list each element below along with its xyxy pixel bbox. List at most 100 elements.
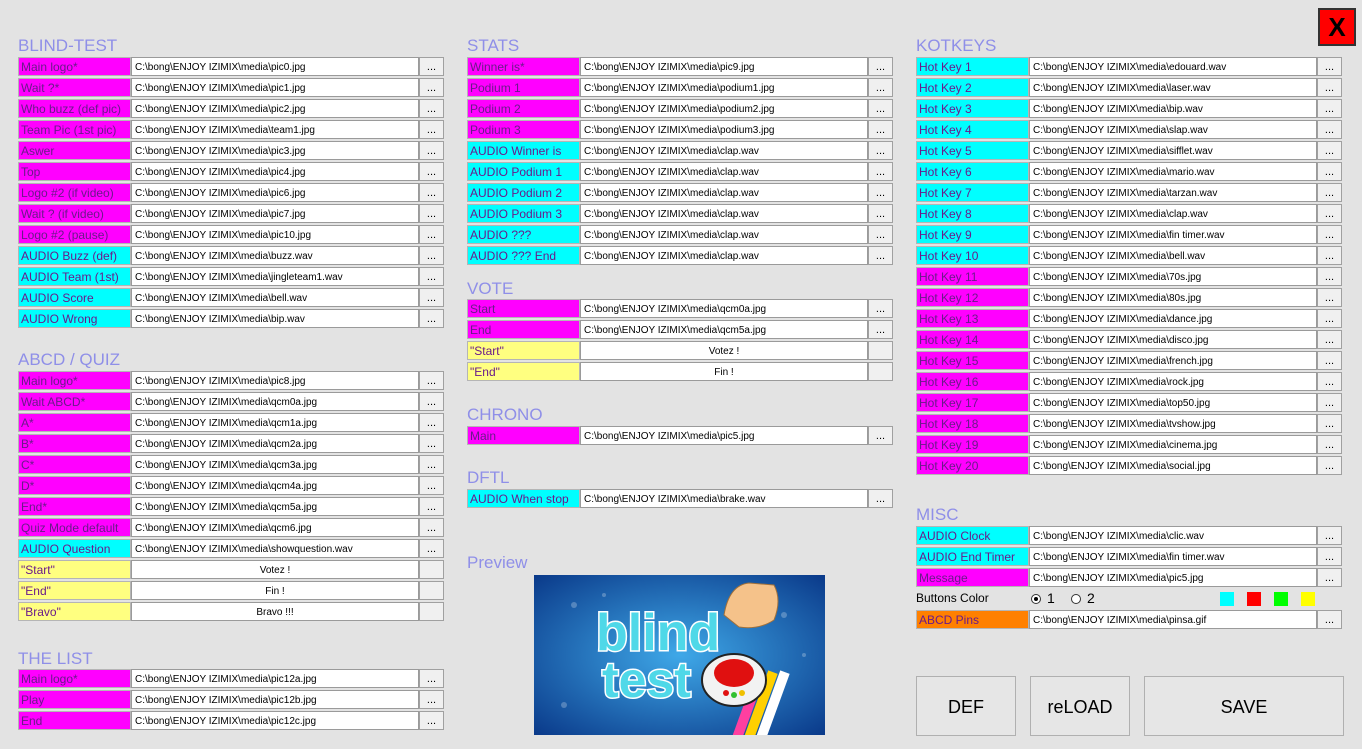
browse-button[interactable]: ...	[1317, 414, 1342, 433]
browse-button[interactable]: ...	[419, 225, 444, 244]
setting-path-field[interactable]: C:\bong\ENJOY IZIMIX\media\clap.wav	[580, 204, 868, 223]
browse-button[interactable]: ...	[868, 299, 893, 318]
browse-button[interactable]: ...	[868, 141, 893, 160]
browse-button[interactable]: ...	[868, 57, 893, 76]
browse-button[interactable]: ...	[1317, 547, 1342, 566]
browse-button[interactable]: ...	[419, 711, 444, 730]
browse-button[interactable]: ...	[1317, 568, 1342, 587]
browse-button[interactable]: ...	[419, 99, 444, 118]
setting-path-field[interactable]: C:\bong\ENJOY IZIMIX\media\edouard.wav	[1029, 57, 1317, 76]
setting-path-field[interactable]: C:\bong\ENJOY IZIMIX\media\clap.wav	[580, 141, 868, 160]
browse-button[interactable]: ...	[868, 162, 893, 181]
browse-button[interactable]: ...	[419, 309, 444, 328]
browse-button[interactable]: ...	[419, 57, 444, 76]
browse-button[interactable]: ...	[1317, 330, 1342, 349]
setting-path-field[interactable]: C:\bong\ENJOY IZIMIX\media\showquestion.…	[131, 539, 419, 558]
setting-path-field[interactable]: C:\bong\ENJOY IZIMIX\media\pic10.jpg	[131, 225, 419, 244]
color-swatch-red[interactable]	[1247, 592, 1261, 606]
browse-button[interactable]: ...	[1317, 225, 1342, 244]
setting-path-field[interactable]: Votez !	[131, 560, 419, 579]
setting-path-field[interactable]: C:\bong\ENJOY IZIMIX\media\mario.wav	[1029, 162, 1317, 181]
setting-path-field[interactable]: C:\bong\ENJOY IZIMIX\media\bip.wav	[131, 309, 419, 328]
setting-path-field[interactable]: C:\bong\ENJOY IZIMIX\media\clap.wav	[580, 246, 868, 265]
setting-path-field[interactable]: C:\bong\ENJOY IZIMIX\media\bell.wav	[1029, 246, 1317, 265]
browse-button[interactable]	[868, 362, 893, 381]
close-button[interactable]: X	[1318, 8, 1356, 46]
setting-path-field[interactable]: C:\bong\ENJOY IZIMIX\media\pic9.jpg	[580, 57, 868, 76]
browse-button[interactable]: ...	[419, 413, 444, 432]
setting-path-field[interactable]: C:\bong\ENJOY IZIMIX\media\clap.wav	[580, 225, 868, 244]
setting-path-field[interactable]: C:\bong\ENJOY IZIMIX\media\pic1.jpg	[131, 78, 419, 97]
browse-button[interactable]: ...	[1317, 456, 1342, 475]
color-radio-1[interactable]	[1031, 594, 1041, 604]
browse-button[interactable]: ...	[419, 371, 444, 390]
setting-path-field[interactable]: C:\bong\ENJOY IZIMIX\media\clap.wav	[1029, 204, 1317, 223]
browse-button[interactable]: ...	[1317, 351, 1342, 370]
setting-path-field[interactable]: C:\bong\ENJOY IZIMIX\media\80s.jpg	[1029, 288, 1317, 307]
browse-button[interactable]: ...	[1317, 141, 1342, 160]
browse-button[interactable]: ...	[1317, 309, 1342, 328]
browse-button[interactable]: ...	[868, 225, 893, 244]
browse-button[interactable]: ...	[419, 476, 444, 495]
setting-path-field[interactable]: C:\bong\ENJOY IZIMIX\media\podium3.jpg	[580, 120, 868, 139]
setting-path-field[interactable]: C:\bong\ENJOY IZIMIX\media\rock.jpg	[1029, 372, 1317, 391]
setting-path-field[interactable]: C:\bong\ENJOY IZIMIX\media\pic8.jpg	[131, 371, 419, 390]
browse-button[interactable]: ...	[1317, 267, 1342, 286]
browse-button[interactable]: ...	[419, 669, 444, 688]
setting-path-field[interactable]: Bravo !!!	[131, 602, 419, 621]
reload-button[interactable]: reLOAD	[1030, 676, 1130, 736]
browse-button[interactable]: ...	[419, 434, 444, 453]
browse-button[interactable]: ...	[419, 183, 444, 202]
browse-button[interactable]: ...	[419, 246, 444, 265]
browse-button[interactable]: ...	[419, 690, 444, 709]
setting-path-field[interactable]: Fin !	[580, 362, 868, 381]
setting-path-field[interactable]: C:\bong\ENJOY IZIMIX\media\cinema.jpg	[1029, 435, 1317, 454]
setting-path-field[interactable]: C:\bong\ENJOY IZIMIX\media\dance.jpg	[1029, 309, 1317, 328]
setting-path-field[interactable]: C:\bong\ENJOY IZIMIX\media\sifflet.wav	[1029, 141, 1317, 160]
browse-button[interactable]: ...	[1317, 393, 1342, 412]
browse-button[interactable]: ...	[419, 518, 444, 537]
color-radio-2[interactable]	[1071, 594, 1081, 604]
setting-path-field[interactable]: C:\bong\ENJOY IZIMIX\media\qcm5a.jpg	[580, 320, 868, 339]
setting-path-field[interactable]: C:\bong\ENJOY IZIMIX\media\bell.wav	[131, 288, 419, 307]
setting-path-field[interactable]: C:\bong\ENJOY IZIMIX\media\clap.wav	[580, 183, 868, 202]
color-swatch-yellow[interactable]	[1301, 592, 1315, 606]
browse-button[interactable]: ...	[868, 78, 893, 97]
browse-button[interactable]: ...	[868, 246, 893, 265]
browse-button[interactable]: ...	[1317, 610, 1342, 629]
setting-path-field[interactable]: C:\bong\ENJOY IZIMIX\media\pic7.jpg	[131, 204, 419, 223]
setting-path-field[interactable]: C:\bong\ENJOY IZIMIX\media\pic0.jpg	[131, 57, 419, 76]
browse-button[interactable]: ...	[1317, 99, 1342, 118]
setting-path-field[interactable]: C:\bong\ENJOY IZIMIX\media\qcm0a.jpg	[131, 392, 419, 411]
browse-button[interactable]: ...	[419, 141, 444, 160]
setting-path-field[interactable]: C:\bong\ENJOY IZIMIX\media\pic6.jpg	[131, 183, 419, 202]
browse-button[interactable]: ...	[1317, 288, 1342, 307]
setting-path-field[interactable]: C:\bong\ENJOY IZIMIX\media\jingleteam1.w…	[131, 267, 419, 286]
setting-path-field[interactable]: C:\bong\ENJOY IZIMIX\media\fin timer.wav	[1029, 547, 1317, 566]
browse-button[interactable]: ...	[1317, 526, 1342, 545]
setting-path-field[interactable]: C:\bong\ENJOY IZIMIX\media\clic.wav	[1029, 526, 1317, 545]
color-swatch-green[interactable]	[1274, 592, 1288, 606]
setting-path-field[interactable]: C:\bong\ENJOY IZIMIX\media\tvshow.jpg	[1029, 414, 1317, 433]
browse-button[interactable]: ...	[868, 204, 893, 223]
save-button[interactable]: SAVE	[1144, 676, 1344, 736]
setting-path-field[interactable]: C:\bong\ENJOY IZIMIX\media\qcm0a.jpg	[580, 299, 868, 318]
browse-button[interactable]: ...	[1317, 435, 1342, 454]
setting-path-field[interactable]: C:\bong\ENJOY IZIMIX\media\social.jpg	[1029, 456, 1317, 475]
browse-button[interactable]	[419, 602, 444, 621]
browse-button[interactable]: ...	[419, 204, 444, 223]
setting-path-field[interactable]: C:\bong\ENJOY IZIMIX\media\pic2.jpg	[131, 99, 419, 118]
browse-button[interactable]: ...	[1317, 78, 1342, 97]
browse-button[interactable]: ...	[868, 120, 893, 139]
setting-path-field[interactable]: C:\bong\ENJOY IZIMIX\media\qcm4a.jpg	[131, 476, 419, 495]
setting-path-field[interactable]: Fin !	[131, 581, 419, 600]
browse-button[interactable]: ...	[1317, 120, 1342, 139]
browse-button[interactable]: ...	[419, 392, 444, 411]
setting-path-field[interactable]: C:\bong\ENJOY IZIMIX\media\top50.jpg	[1029, 393, 1317, 412]
setting-path-field[interactable]: C:\bong\ENJOY IZIMIX\media\podium2.jpg	[580, 99, 868, 118]
setting-path-field[interactable]: C:\bong\ENJOY IZIMIX\media\pic12b.jpg	[131, 690, 419, 709]
browse-button[interactable]: ...	[868, 320, 893, 339]
setting-path-field[interactable]: C:\bong\ENJOY IZIMIX\media\bip.wav	[1029, 99, 1317, 118]
setting-path-field[interactable]: C:\bong\ENJOY IZIMIX\media\qcm2a.jpg	[131, 434, 419, 453]
setting-path-field[interactable]: C:\bong\ENJOY IZIMIX\media\podium1.jpg	[580, 78, 868, 97]
